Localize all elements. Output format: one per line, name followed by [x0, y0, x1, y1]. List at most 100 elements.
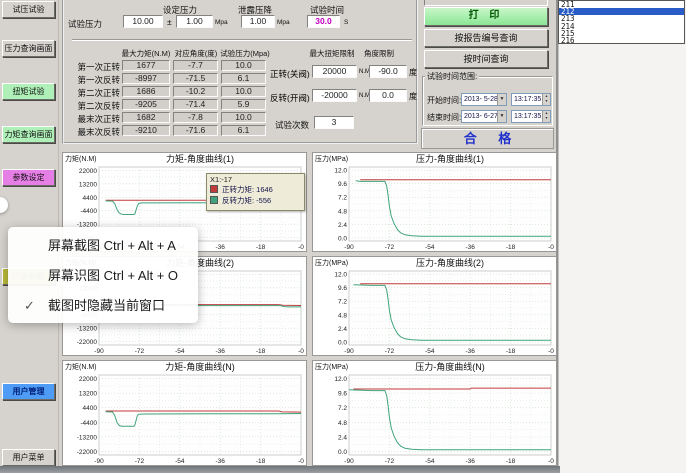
test-pressure-field[interactable]: 10.00: [123, 15, 163, 28]
row-label: 第一次反转: [66, 74, 120, 86]
test-count-label: 试验次数: [275, 119, 309, 131]
check-icon: ✓: [24, 291, 35, 321]
query-by-report-button[interactable]: 按报告编号查询: [424, 29, 548, 47]
svg-text:-13200: -13200: [77, 326, 98, 333]
start-date-combobox[interactable]: 2013- 5-28 ▼: [461, 93, 507, 106]
menu-item[interactable]: ✓截图时隐藏当前窗口: [8, 291, 198, 321]
col-header-angle: 对应角度(度): [170, 48, 222, 59]
svg-text:力矩(N.M): 力矩(N.M): [65, 154, 97, 163]
svg-text:-72: -72: [135, 348, 145, 355]
svg-text:-18: -18: [506, 244, 516, 251]
svg-text:-0: -0: [298, 458, 304, 465]
svg-text:压力-角度曲线(1): 压力-角度曲线(1): [416, 153, 484, 164]
sidebar-item[interactable]: 试压试验: [2, 1, 55, 18]
list-item[interactable]: 212: [559, 8, 684, 15]
spinner-arrows-icon[interactable]: ▲▼: [542, 111, 550, 122]
chart-svg: 12.09.67.24.82.40.0-90-72-54-36-18-0压力-角…: [313, 361, 556, 465]
reverse-torque-field[interactable]: -20000: [312, 89, 357, 102]
chart-pressure-angle-1: 12.09.67.24.82.40.0-90-72-54-36-18-0压力-角…: [312, 152, 557, 252]
svg-text:-0: -0: [548, 458, 554, 465]
forward-torque-field[interactable]: 20000: [312, 65, 357, 78]
svg-text:-18: -18: [506, 348, 516, 355]
chart-svg: 22000132004400-4400-13200-22000-90-72-54…: [63, 361, 306, 465]
end-date-combobox[interactable]: 2013- 6-27 ▼: [461, 110, 507, 123]
list-item[interactable]: 213: [559, 15, 684, 22]
seconds-unit-label: S: [344, 19, 348, 26]
svg-text:2.4: 2.4: [338, 326, 347, 333]
chart-pressure-angle-2: 12.09.67.24.82.40.0-90-72-54-36-18-0压力-角…: [312, 256, 557, 356]
menu-item[interactable]: 屏幕截图 Ctrl + Alt + A: [8, 231, 198, 261]
pressure-value: 6.1: [221, 125, 266, 136]
query-by-time-button[interactable]: 按时间查询: [424, 50, 548, 68]
sidebar-item[interactable]: 用户管理: [2, 383, 55, 400]
svg-text:4400: 4400: [83, 195, 98, 202]
start-time-spinner[interactable]: 13:17:35 ▲▼: [511, 93, 551, 106]
end-time-spinner[interactable]: 13:17:35 ▲▼: [511, 110, 551, 123]
svg-text:4.8: 4.8: [338, 420, 347, 427]
mpa-unit-label: Mpa: [215, 19, 228, 26]
sidebar-item[interactable]: 用户菜单: [2, 449, 55, 466]
print-button[interactable]: 打 印: [424, 7, 548, 26]
table-row: 第二次正转1686-10.210.0: [66, 86, 276, 97]
torque-value: 1677: [122, 60, 170, 71]
sidebar-item[interactable]: 压力查询画面: [2, 40, 55, 57]
tolerance-field[interactable]: 1.00: [176, 15, 213, 28]
series-swatch-icon: [210, 196, 218, 204]
test-count-field[interactable]: 3: [314, 116, 354, 129]
svg-text:7.2: 7.2: [338, 405, 347, 412]
svg-text:4400: 4400: [83, 405, 98, 412]
list-item[interactable]: 211: [559, 1, 684, 8]
svg-text:-54: -54: [425, 348, 435, 355]
table-row: 最末次正转1682-7.810.0: [66, 112, 276, 123]
tooltip-series-row: 反转力矩: -556: [210, 195, 305, 205]
col-header-max-torque: 最大力矩(N.M): [116, 48, 176, 59]
svg-text:压力(MPa): 压力(MPa): [315, 362, 348, 371]
svg-text:-13200: -13200: [77, 434, 98, 441]
plus-minus-label: ±: [167, 17, 172, 27]
svg-text:-4400: -4400: [80, 208, 97, 215]
svg-text:0.0: 0.0: [338, 235, 347, 242]
pressure-value: 10.0: [221, 86, 266, 97]
svg-text:-18: -18: [256, 244, 266, 251]
spinner-arrows-icon[interactable]: ▲▼: [542, 94, 550, 105]
svg-text:-72: -72: [135, 458, 145, 465]
time-range-title: 试验时间范围:: [425, 71, 479, 82]
chevron-down-icon[interactable]: ▼: [497, 111, 506, 122]
svg-text:-90: -90: [94, 458, 104, 465]
start-time-label: 开始时间:: [427, 95, 461, 106]
svg-text:0.0: 0.0: [338, 449, 347, 456]
svg-text:-54: -54: [175, 348, 185, 355]
list-item[interactable]: 216: [559, 37, 684, 44]
menu-item[interactable]: 屏幕识图 Ctrl + Alt + O: [8, 261, 198, 291]
report-number-listbox[interactable]: 211212213214215216: [558, 0, 685, 44]
svg-text:-36: -36: [215, 458, 225, 465]
desktop-background: [558, 0, 686, 473]
svg-text:13200: 13200: [79, 391, 97, 398]
sidebar-item[interactable]: 参数设定: [2, 169, 55, 186]
table-row: 第一次正转1677-7.710.0: [66, 60, 276, 71]
sidebar-item[interactable]: 力矩查询画面: [2, 126, 55, 143]
svg-text:0.0: 0.0: [338, 339, 347, 346]
clipped-top-button[interactable]: [424, 0, 548, 6]
svg-text:-4400: -4400: [80, 420, 97, 427]
reverse-angle-field[interactable]: 0.0: [369, 89, 407, 102]
leak-drop-field[interactable]: 1.00: [241, 15, 275, 28]
test-pressure-label: 试验压力: [68, 18, 102, 30]
test-time-field[interactable]: 30.0: [307, 15, 340, 28]
row-label: 第二次正转: [66, 87, 120, 99]
list-item[interactable]: 214: [559, 23, 684, 30]
svg-text:12.0: 12.0: [334, 376, 347, 383]
svg-text:-72: -72: [385, 244, 395, 251]
chart-torque-angle-n: 22000132004400-4400-13200-22000-90-72-54…: [62, 360, 307, 466]
screenshot-context-menu: 屏幕截图 Ctrl + Alt + A屏幕识图 Ctrl + Alt + O✓截…: [8, 227, 198, 323]
list-item[interactable]: 215: [559, 30, 684, 37]
pressure-value: 10.0: [221, 60, 266, 71]
svg-text:压力(MPa): 压力(MPa): [315, 258, 348, 267]
svg-text:-90: -90: [344, 244, 354, 251]
sidebar-item[interactable]: 扭矩试验: [2, 83, 55, 100]
chevron-down-icon[interactable]: ▼: [497, 94, 506, 105]
torque-value: -9205: [122, 99, 170, 110]
forward-angle-field[interactable]: -90.0: [369, 65, 407, 78]
svg-text:-0: -0: [298, 348, 304, 355]
svg-text:力矩-角度曲线(1): 力矩-角度曲线(1): [166, 153, 234, 164]
